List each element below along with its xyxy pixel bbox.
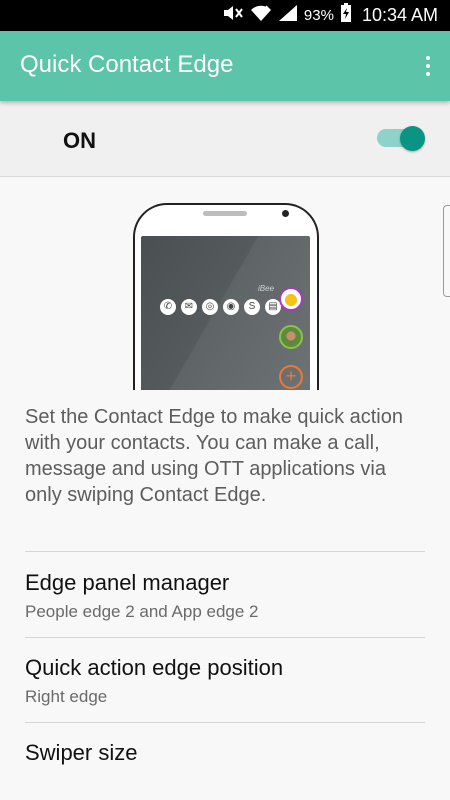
phone-speaker: [203, 211, 247, 216]
message-icon: ✉: [181, 299, 197, 315]
app-title: Quick Contact Edge: [20, 51, 234, 78]
app-bar: Quick Contact Edge: [0, 31, 450, 101]
edge-handle[interactable]: [443, 205, 450, 297]
pref-title: Swiper size: [25, 740, 138, 765]
skype-icon: S: [244, 299, 260, 315]
phone-icon: ✆: [160, 299, 176, 315]
pref-summary: Right edge: [25, 687, 108, 706]
pref-title: Quick action edge position: [25, 655, 284, 680]
whatsapp-icon: ◎: [202, 299, 218, 315]
contact-avatar-2: [279, 325, 303, 349]
viber-icon: ◉: [223, 299, 239, 315]
battery-percent: 93%: [303, 7, 334, 24]
phone-camera: [282, 210, 289, 217]
contact-avatar-1: [279, 287, 303, 311]
status-bar: 93% 10:34 AM: [0, 0, 450, 31]
pref-title: Edge panel manager: [25, 570, 230, 595]
pref-summary: People edge 2 and App edge 2: [25, 602, 259, 621]
preview-contact-name: iBee: [258, 284, 275, 293]
more-vert-icon[interactable]: [420, 51, 436, 81]
feature-description: Set the Contact Edge to make quick actio…: [25, 406, 403, 506]
preview-action-icons: ✆ ✉ ◎ ◉ S ▤: [160, 299, 281, 315]
signal-icon: [278, 4, 298, 27]
battery-charging-icon: [340, 3, 352, 28]
mute-icon: [222, 4, 244, 27]
status-icons: 93% 10:34 AM: [222, 0, 438, 31]
wifi-icon: [250, 4, 272, 27]
clock: 10:34 AM: [361, 5, 438, 25]
add-contact-icon: +: [279, 365, 303, 389]
toggle-switch[interactable]: [400, 126, 425, 151]
master-switch-label: ON: [63, 128, 96, 153]
